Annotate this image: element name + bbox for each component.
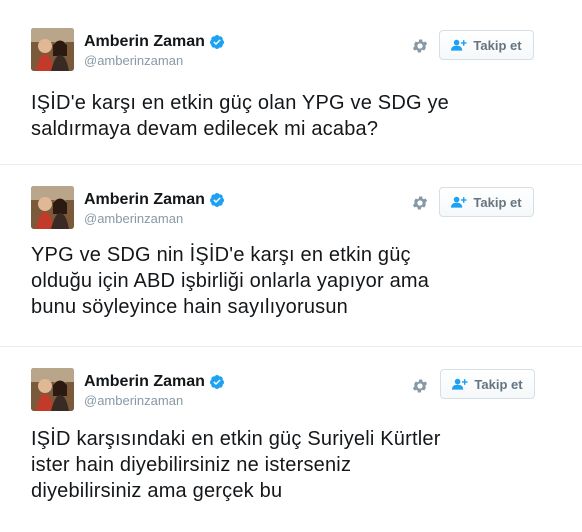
follow-button[interactable]: Takip et	[440, 369, 535, 399]
divider	[0, 346, 582, 347]
author-handle[interactable]: @amberinzaman	[84, 392, 225, 409]
author-block: Amberin Zaman @amberinzaman	[84, 32, 225, 69]
author-name[interactable]: Amberin Zaman	[84, 32, 225, 52]
follow-label: Takip et	[473, 194, 522, 210]
add-user-icon	[451, 196, 467, 208]
divider	[0, 164, 582, 165]
author-handle[interactable]: @amberinzaman	[84, 210, 225, 227]
add-user-icon	[452, 378, 468, 390]
follow-label: Takip et	[473, 37, 522, 53]
tweet-text: IŞİD karşısındaki en etkin güç Suriyeli …	[31, 428, 441, 502]
author-handle[interactable]: @amberinzaman	[84, 52, 225, 69]
author-name[interactable]: Amberin Zaman	[84, 190, 225, 210]
verified-badge-icon	[209, 35, 224, 49]
author-name-label: Amberin Zaman	[84, 33, 205, 50]
gear-icon[interactable]	[411, 377, 429, 395]
author-name-label: Amberin Zaman	[84, 191, 205, 208]
tweet-text: YPG ve SDG nin İŞİD'e karşı en etkin güç…	[31, 244, 430, 318]
avatar[interactable]	[31, 186, 74, 229]
avatar[interactable]	[31, 368, 74, 411]
verified-badge-icon	[209, 193, 224, 207]
avatar[interactable]	[31, 28, 74, 71]
follow-label: Takip et	[474, 376, 523, 392]
verified-badge-icon	[209, 375, 224, 389]
gear-icon[interactable]	[411, 37, 429, 55]
tweet-text: IŞİD'e karşı en etkin güç olan YPG ve SD…	[31, 92, 449, 140]
author-name[interactable]: Amberin Zaman	[84, 372, 225, 392]
gear-icon[interactable]	[411, 194, 429, 212]
author-name-label: Amberin Zaman	[84, 373, 205, 390]
follow-button[interactable]: Takip et	[439, 187, 534, 217]
follow-button[interactable]: Takip et	[439, 30, 534, 60]
author-block: Amberin Zaman @amberinzaman	[84, 372, 225, 409]
author-block: Amberin Zaman @amberinzaman	[84, 190, 225, 227]
add-user-icon	[451, 39, 467, 51]
